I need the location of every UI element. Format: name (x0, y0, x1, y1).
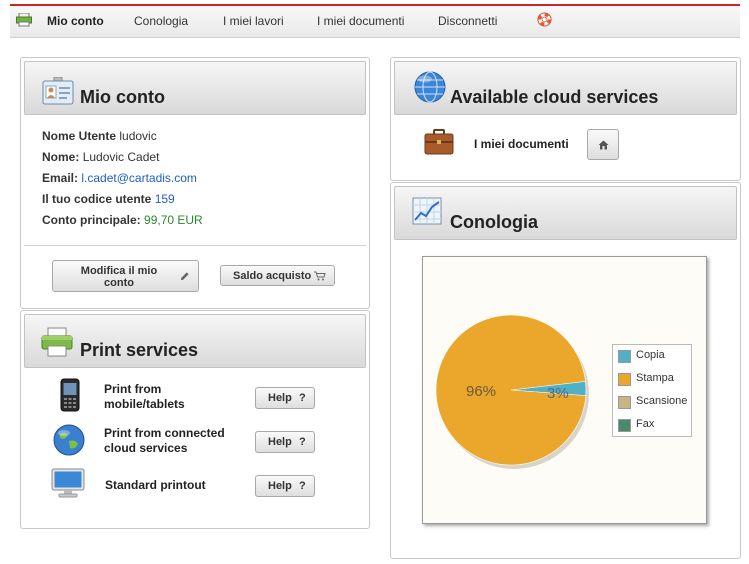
balance-value: 99,70 EUR (144, 213, 203, 227)
balance-row: Conto principale: 99,70 EUR (42, 213, 203, 227)
nav-i-miei-lavori[interactable]: I miei lavori (223, 14, 284, 28)
pie-label-stampa: 96% (466, 383, 496, 400)
account-panel-header: Mio conto (24, 61, 366, 115)
line-chart-icon (412, 197, 442, 225)
username-row: Nome Utente ludovic (42, 129, 157, 143)
print-mobile-label: Print from mobile/tablets (104, 382, 185, 411)
history-header: Conologia (394, 186, 737, 240)
purchase-balance-button[interactable]: Saldo acquisto (220, 265, 335, 286)
legend-label: Fax (636, 418, 655, 430)
chart-area: 96% 3% Copia Stampa Scansione Fax (422, 256, 707, 524)
help-lifebuoy-icon[interactable] (537, 12, 552, 27)
print-services-header: Print services (24, 314, 366, 368)
globe-icon (414, 71, 446, 103)
nav-mio-conto[interactable]: Mio conto (47, 14, 104, 28)
name-label: Nome: (42, 150, 80, 164)
legend-swatch (618, 419, 631, 432)
id-card-icon (42, 77, 74, 105)
home-icon (598, 140, 609, 150)
top-nav: Mio conto Conologia I miei lavori I miei… (10, 4, 740, 38)
email-row: Email: l.cadet@cartadis.com (42, 171, 197, 185)
help-cloud-label: Help (268, 436, 292, 448)
code-value: 159 (154, 192, 175, 206)
history-panel: Conologia 96% 3% Copia Stampa Scansione Fax (390, 182, 741, 559)
help-mobile-label: Help (268, 392, 292, 404)
email-label: Email: (42, 171, 79, 185)
cloud-globe-icon (53, 424, 85, 456)
print-services-panel: Print services Print from mobile/tablets… (20, 310, 370, 529)
nav-conologia[interactable]: Conologia (134, 14, 188, 28)
account-divider (24, 245, 366, 246)
pencil-icon (180, 272, 189, 281)
cloud-services-panel: Available cloud services I miei document… (390, 57, 741, 181)
question-icon: ? (299, 392, 306, 404)
printer-icon[interactable] (16, 13, 32, 27)
purchase-balance-label: Saldo acquisto (233, 270, 312, 282)
printer-icon-large (41, 327, 73, 357)
print-standard-label: Standard printout (105, 478, 206, 492)
edit-account-label: Modifica il mio conto (80, 265, 158, 289)
help-standard-label: Help (268, 480, 292, 492)
pie-label-copia: 3% (547, 385, 569, 402)
cloud-home-button[interactable] (587, 129, 619, 160)
name-row: Nome: Ludovic Cadet (42, 150, 159, 164)
name-value: Ludovic Cadet (82, 150, 160, 164)
edit-account-button[interactable]: Modifica il mio conto (52, 260, 199, 292)
nav-i-miei-documenti[interactable]: I miei documenti (317, 14, 404, 28)
legend-label: Stampa (636, 372, 674, 384)
cart-icon (314, 271, 326, 281)
chart-legend: Copia Stampa Scansione Fax (612, 344, 692, 437)
help-mobile-button[interactable]: Help ? (255, 387, 315, 409)
cloud-services-header: Available cloud services (394, 61, 737, 115)
balance-label: Conto principale: (42, 213, 141, 227)
print-cloud-label: Print from connected cloud services (104, 426, 225, 455)
question-icon: ? (299, 436, 306, 448)
history-title: Conologia (450, 212, 538, 232)
monitor-icon (51, 468, 85, 498)
account-panel-title: Mio conto (80, 87, 165, 107)
legend-swatch (618, 373, 631, 386)
cloud-my-documents-label: I miei documenti (474, 137, 569, 151)
code-label: Il tuo codice utente (42, 192, 152, 206)
username-label: Nome Utente (42, 129, 117, 143)
account-panel: Mio conto Nome Utente ludovic Nome: Ludo… (20, 57, 370, 309)
code-row: Il tuo codice utente 159 (42, 192, 175, 206)
mobile-phone-icon (60, 378, 80, 412)
legend-swatch (618, 350, 631, 363)
print-services-title: Print services (80, 340, 199, 360)
question-icon: ? (299, 480, 306, 492)
legend-label: Scansione (636, 395, 688, 407)
briefcase-icon (424, 129, 454, 155)
cloud-services-title: Available cloud services (450, 87, 659, 107)
legend-swatch (618, 396, 631, 409)
username-value: ludovic (119, 129, 157, 143)
legend-label: Copia (636, 349, 665, 361)
help-standard-button[interactable]: Help ? (255, 475, 315, 497)
email-link[interactable]: l.cadet@cartadis.com (81, 171, 197, 185)
nav-disconnetti[interactable]: Disconnetti (438, 14, 497, 28)
help-cloud-button[interactable]: Help ? (255, 431, 315, 453)
